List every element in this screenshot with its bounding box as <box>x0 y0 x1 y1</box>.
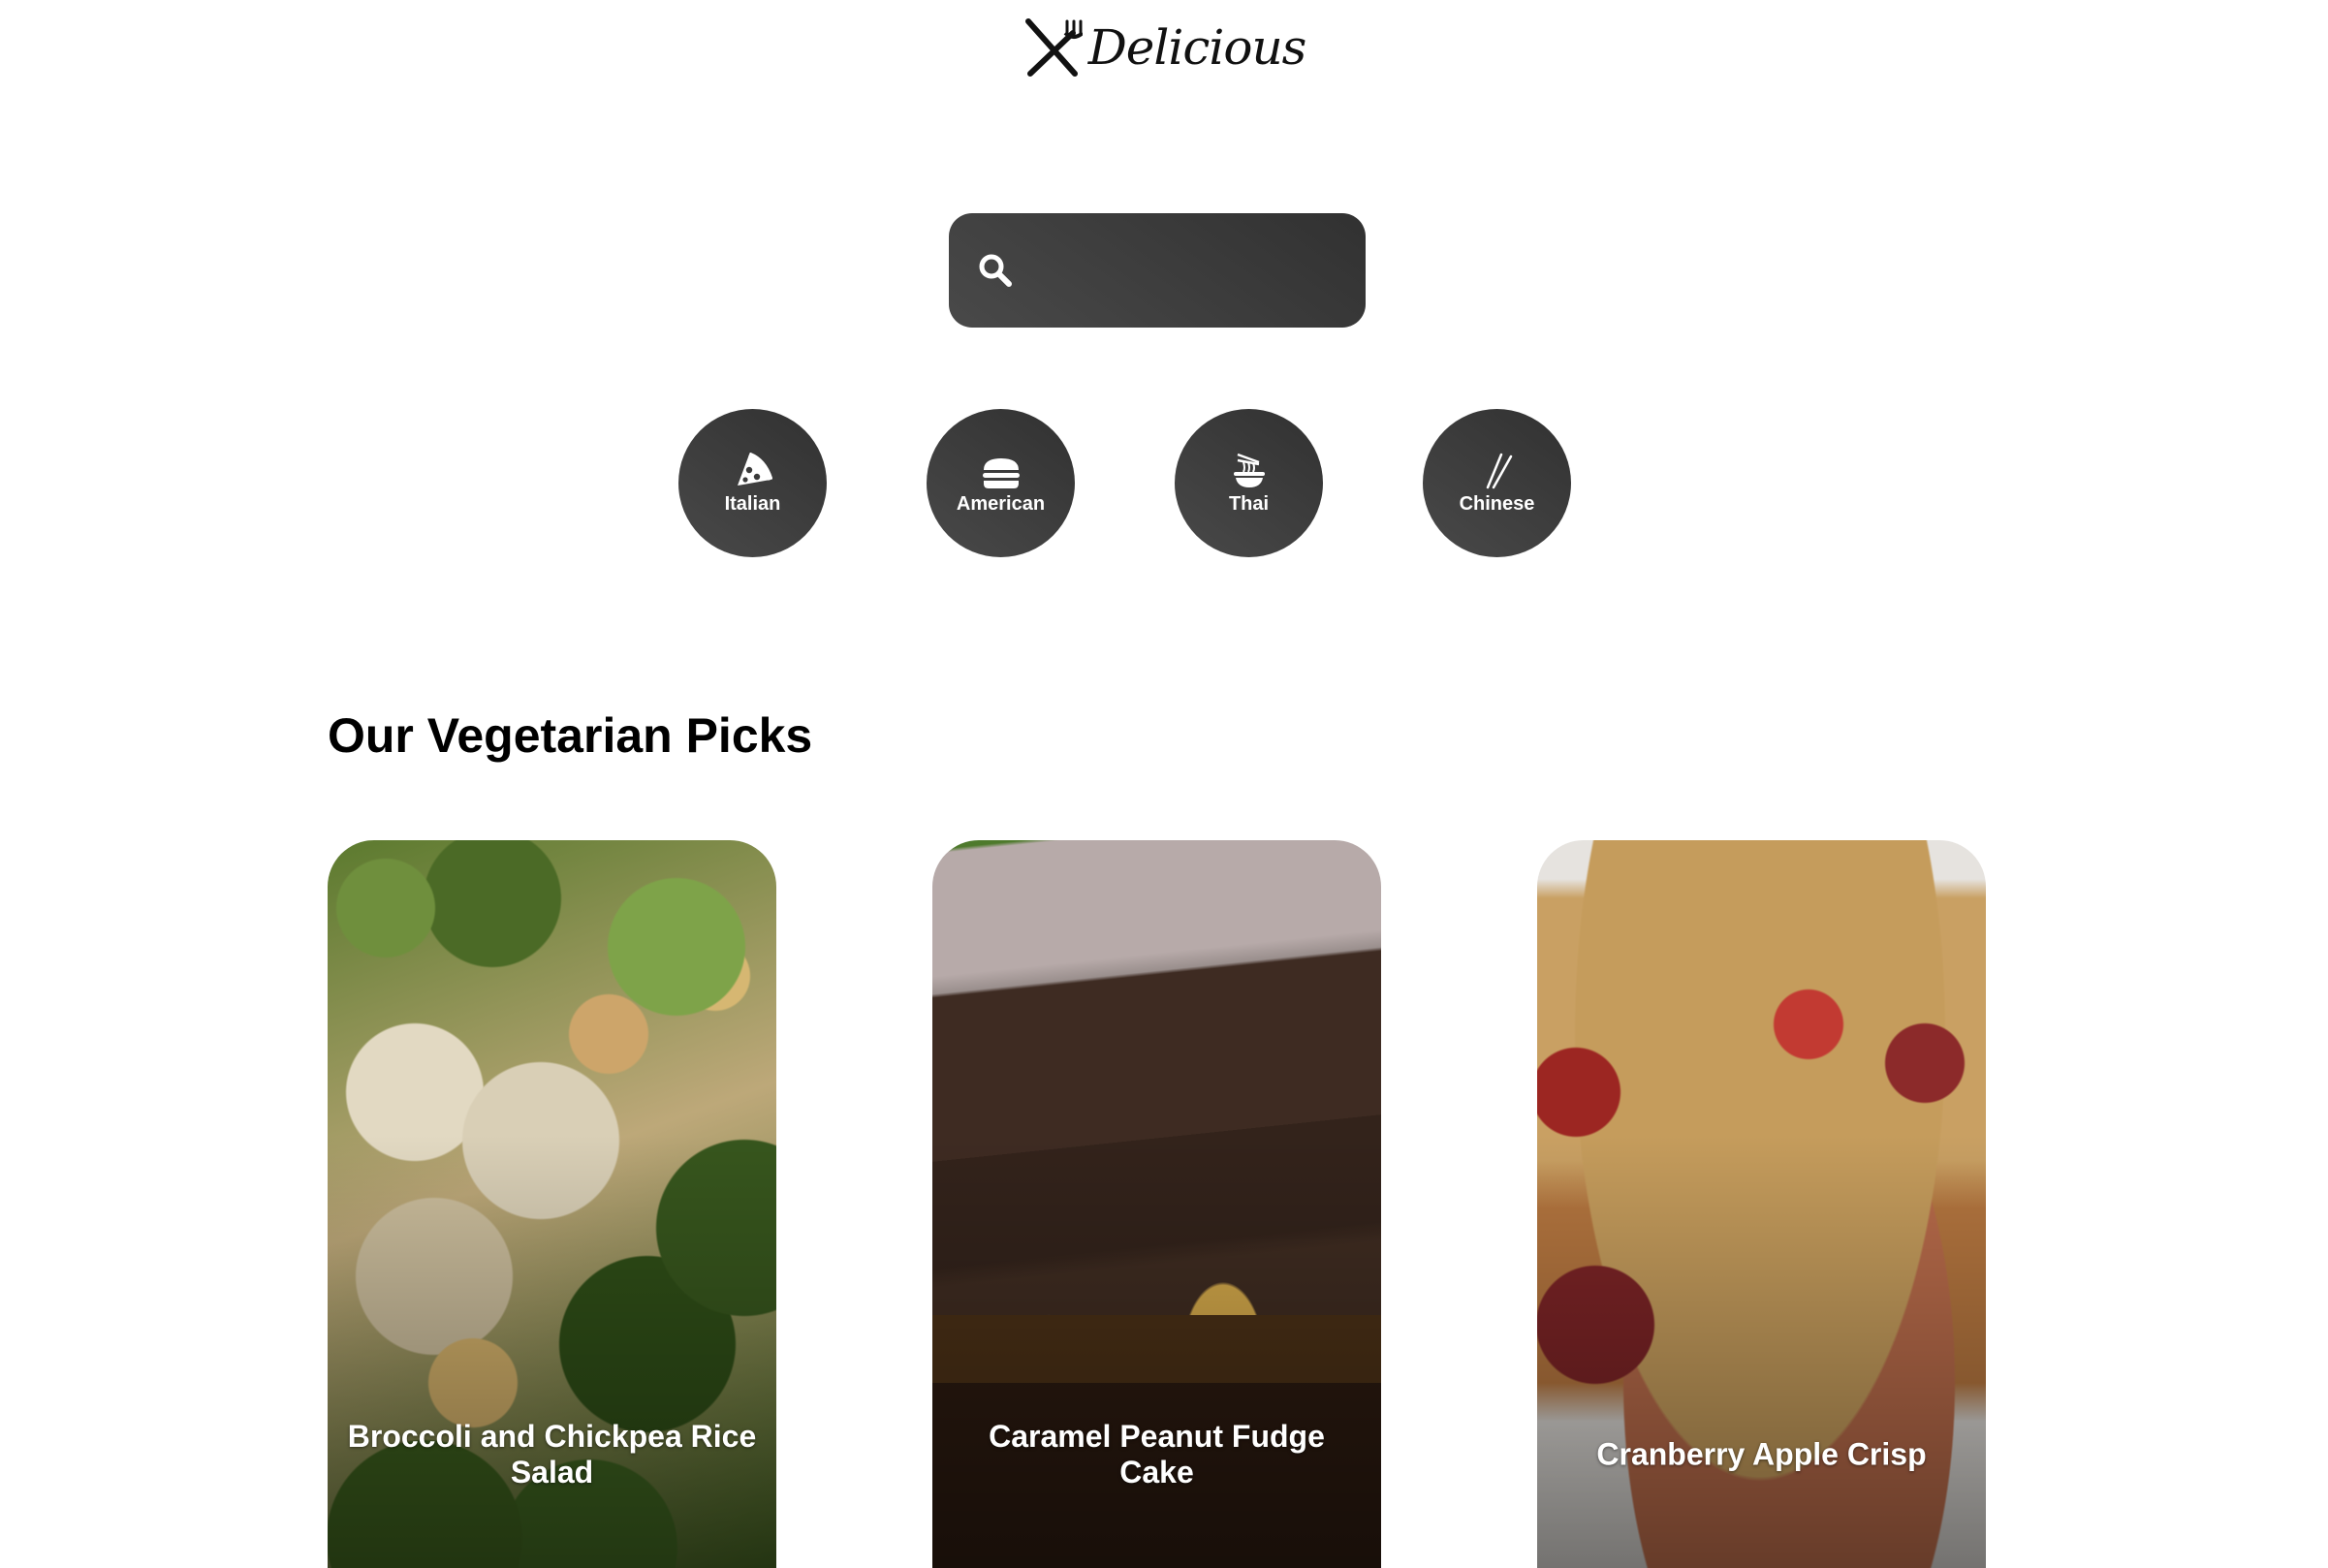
search-icon[interactable] <box>978 253 1013 288</box>
cuisine-category-nav: Italian American Thai Chinese <box>678 409 1571 557</box>
category-italian-button[interactable]: Italian <box>678 409 827 557</box>
fork-knife-icon <box>1022 17 1083 78</box>
category-thai-button[interactable]: Thai <box>1175 409 1323 557</box>
category-label: Thai <box>1228 493 1270 515</box>
recipe-card[interactable]: Caramel Peanut Fudge Cake <box>932 840 1381 1568</box>
page: Delicious Italian American Thai Chinese … <box>0 0 2328 1568</box>
category-american-button[interactable]: American <box>927 409 1075 557</box>
category-chinese-button[interactable]: Chinese <box>1423 409 1571 557</box>
category-label: Chinese <box>1459 493 1535 515</box>
recipe-card-list: Broccoli and Chickpea Rice Salad Caramel… <box>328 840 1986 1568</box>
chopsticks-icon <box>1478 451 1517 489</box>
pizza-icon <box>734 451 772 489</box>
recipe-card[interactable]: Broccoli and Chickpea Rice Salad <box>328 840 776 1568</box>
recipe-title: Broccoli and Chickpea Rice Salad <box>347 1419 757 1490</box>
category-label: American <box>956 493 1046 515</box>
brand-name: Delicious <box>1087 19 1307 76</box>
noodle-bowl-icon <box>1230 451 1269 489</box>
search-input[interactable] <box>1013 213 1459 328</box>
section-title: Our Vegetarian Picks <box>328 708 813 763</box>
search-form <box>949 213 1459 328</box>
recipe-card[interactable]: Cranberry Apple Crisp <box>1537 840 1986 1568</box>
brand-logo[interactable]: Delicious <box>0 17 2328 78</box>
recipe-title: Caramel Peanut Fudge Cake <box>989 1419 1325 1490</box>
category-label: Italian <box>724 493 781 515</box>
recipe-title: Cranberry Apple Crisp <box>1596 1436 1927 1472</box>
hamburger-icon <box>982 451 1021 489</box>
